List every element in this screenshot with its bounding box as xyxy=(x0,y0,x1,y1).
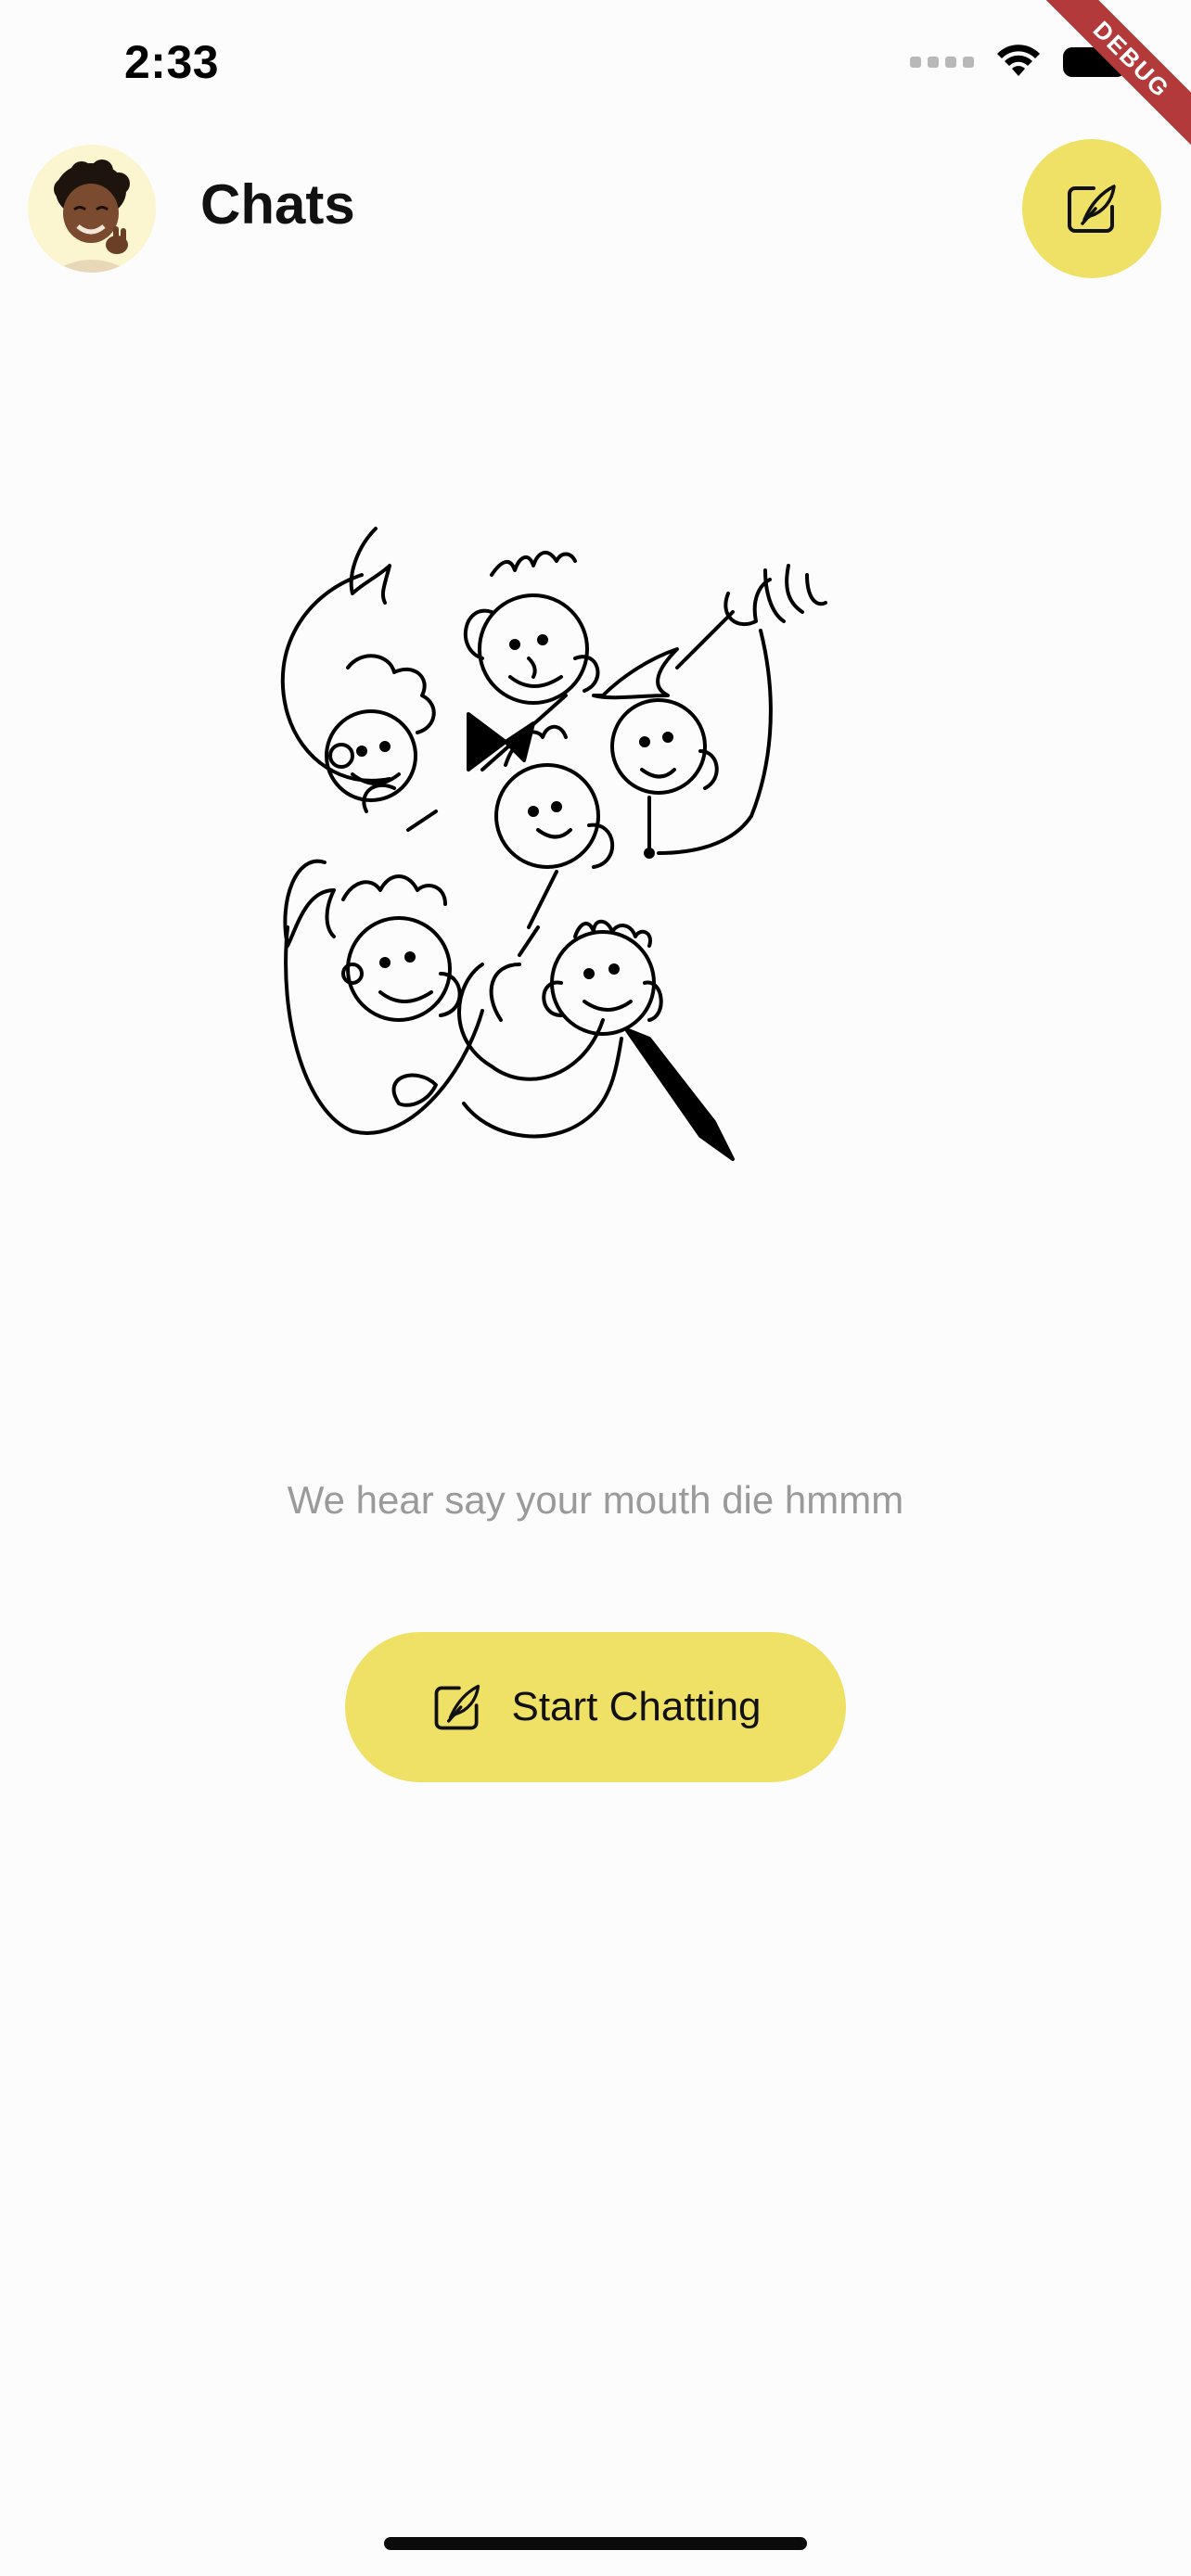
memoji-avatar-icon xyxy=(52,159,132,273)
page-title: Chats xyxy=(200,173,355,236)
compose-button[interactable] xyxy=(1022,139,1161,278)
empty-state-message: We hear say your mouth die hmmm xyxy=(287,1478,904,1522)
status-time: 2:33 xyxy=(124,36,220,88)
home-indicator[interactable] xyxy=(384,2537,807,2550)
app-header: Chats xyxy=(0,139,1191,278)
start-chatting-label: Start Chatting xyxy=(511,1684,762,1729)
wifi-icon xyxy=(997,45,1040,76)
compose-quill-icon xyxy=(1068,185,1116,233)
people-doodle-illustration xyxy=(280,527,827,1161)
cellular-signal-icon xyxy=(910,57,974,68)
compose-quill-icon xyxy=(435,1684,480,1730)
user-avatar[interactable] xyxy=(28,145,156,273)
status-indicators xyxy=(910,45,1133,80)
start-chatting-button[interactable]: Start Chatting xyxy=(345,1632,846,1782)
status-bar: 2:33 xyxy=(0,0,1191,130)
